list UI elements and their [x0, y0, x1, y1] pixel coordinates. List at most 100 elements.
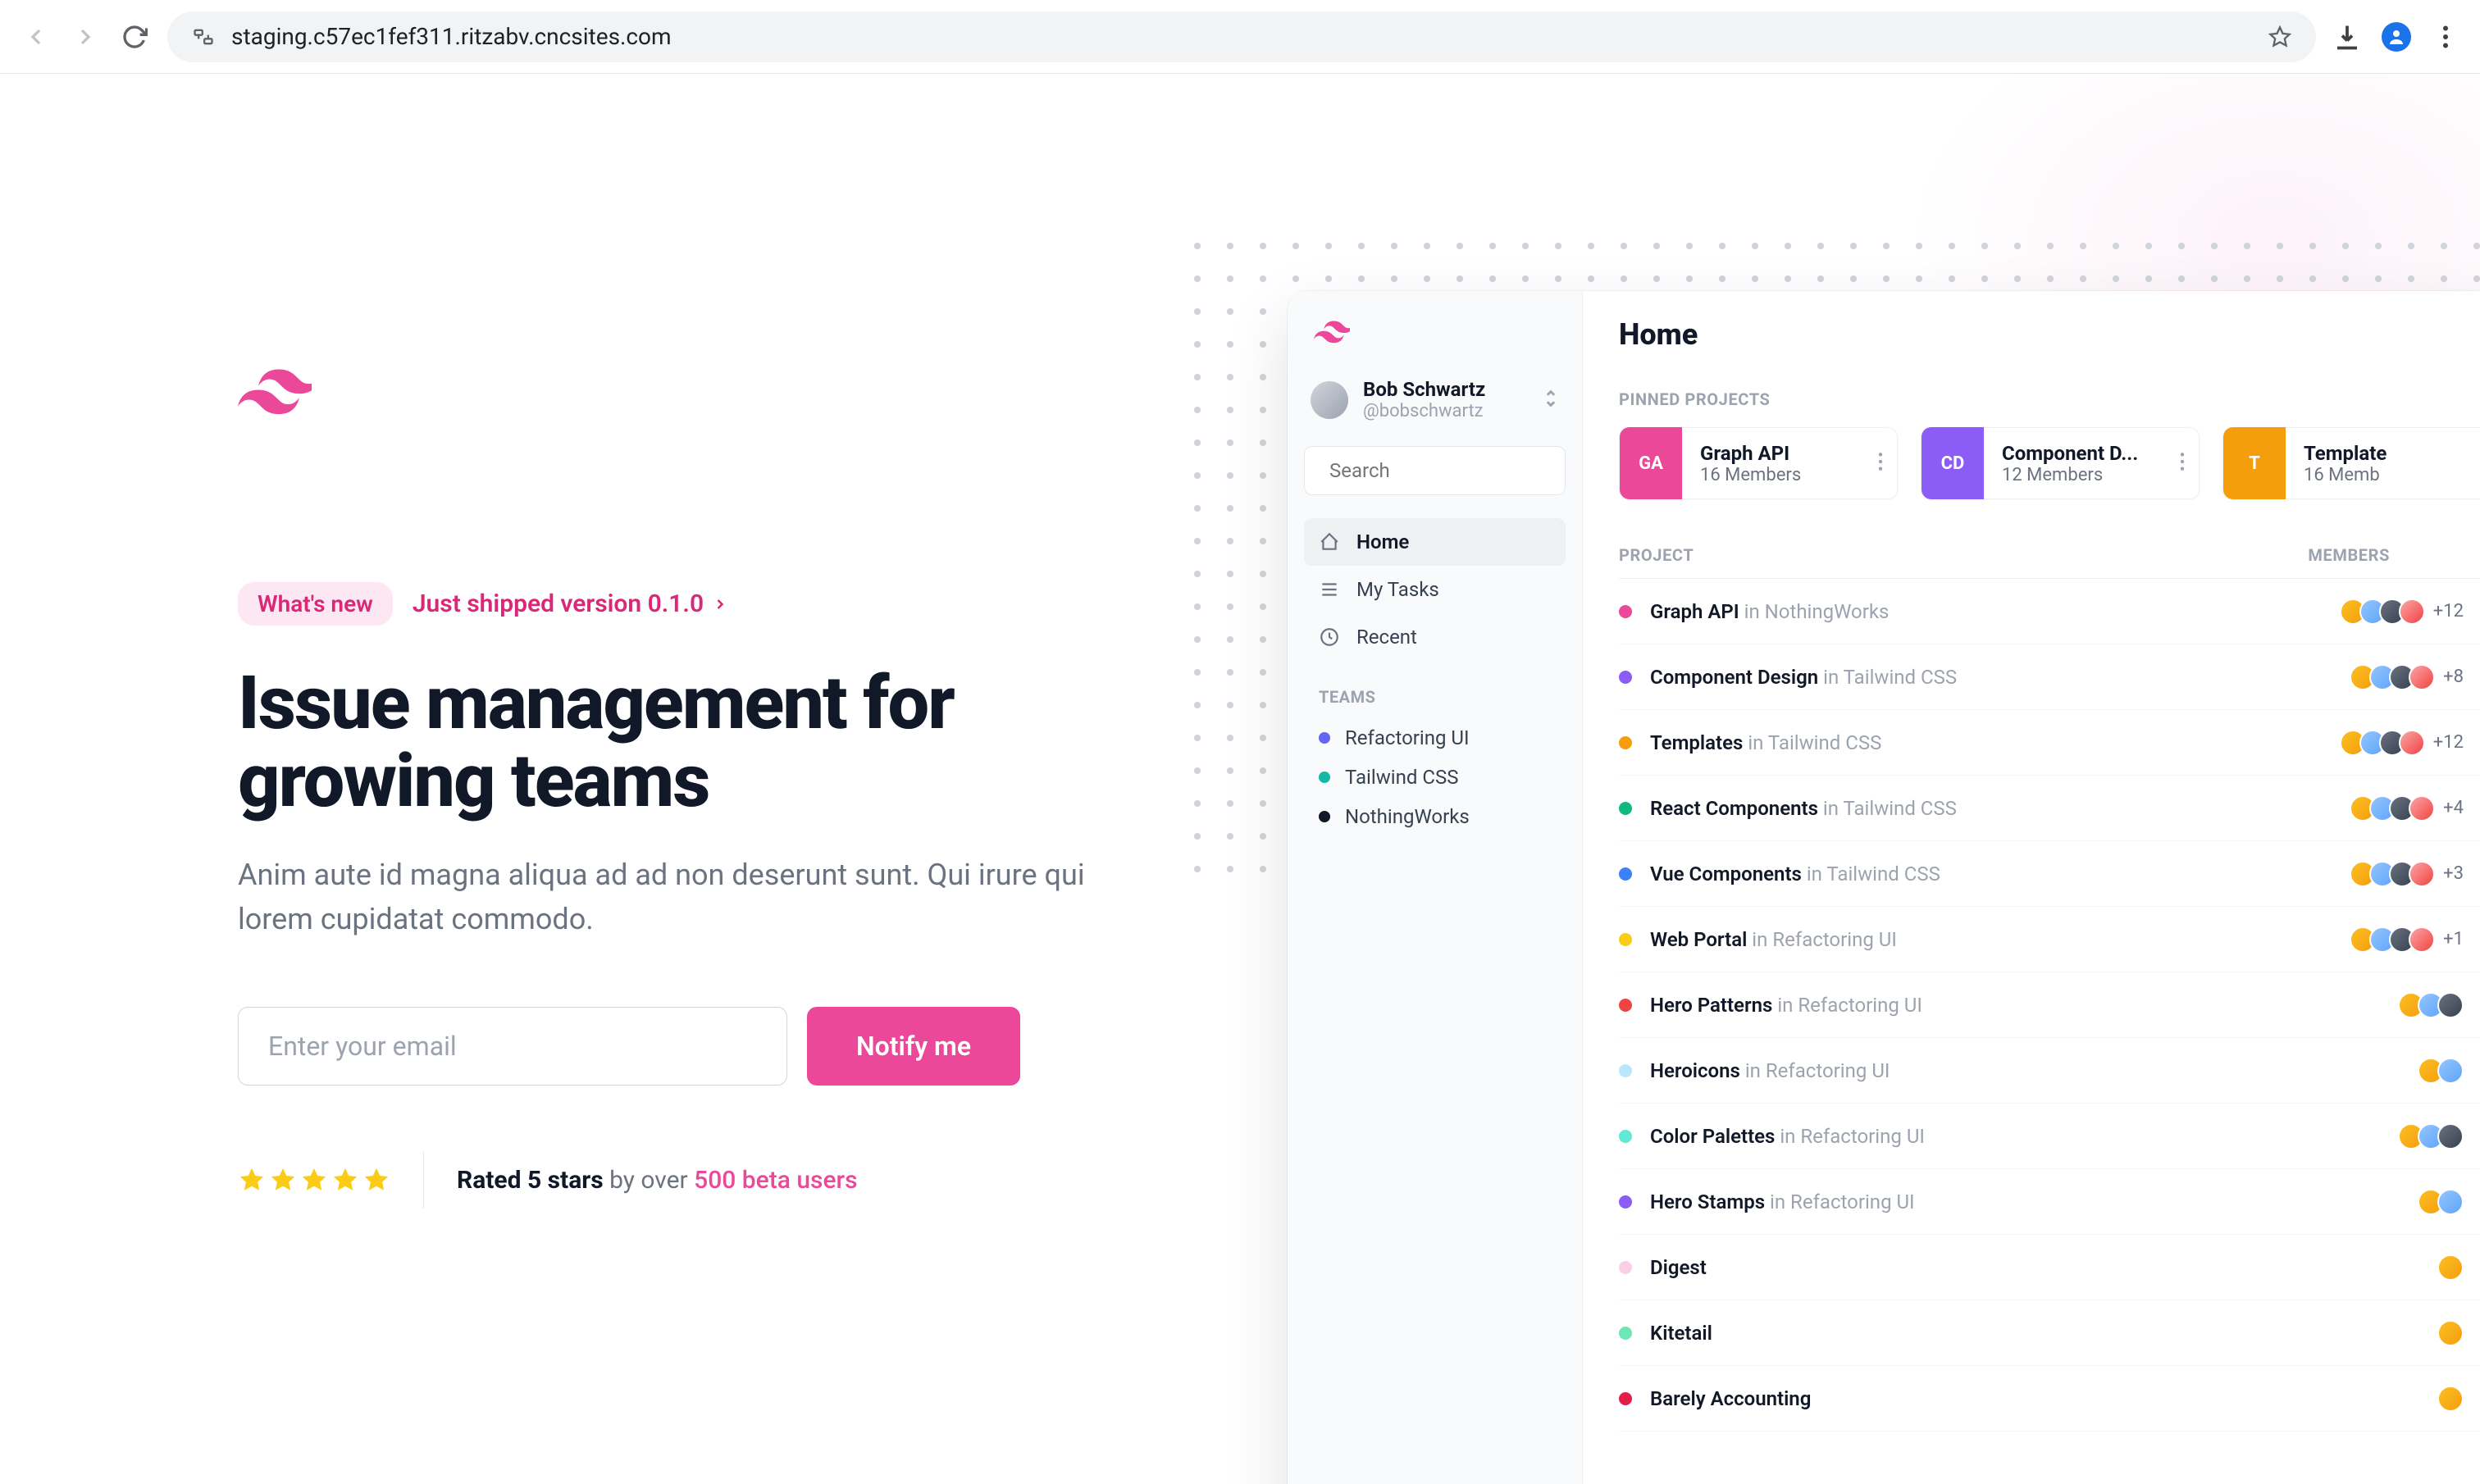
version-link-text: Just shipped version 0.1.0: [413, 590, 704, 618]
updown-icon: [1543, 387, 1559, 413]
project-row[interactable]: Graph API in NothingWorks +12: [1619, 579, 2480, 644]
notify-button[interactable]: Notify me: [807, 1007, 1020, 1086]
extra-count: +8: [2443, 667, 2464, 687]
row-dot: [1619, 1130, 1632, 1143]
avatar-stack: [2437, 1386, 2464, 1412]
divider: [423, 1151, 424, 1209]
row-title: Vue Components in Tailwind CSS: [1650, 863, 1940, 885]
project-name: Component D...: [2002, 442, 2148, 465]
download-icon[interactable]: [2332, 22, 2362, 52]
nav-label: Recent: [1356, 626, 1417, 649]
card-menu[interactable]: [2166, 451, 2199, 476]
project-badge: CD: [1922, 427, 1984, 499]
project-row[interactable]: Component Design in Tailwind CSS +8: [1619, 644, 2480, 710]
row-dot: [1619, 736, 1632, 749]
nav-label: Home: [1356, 530, 1409, 553]
row-title: Web Portal in Refactoring UI: [1650, 928, 1897, 951]
profile-button[interactable]: [2382, 22, 2411, 52]
team-item[interactable]: NothingWorks: [1304, 797, 1566, 836]
nav-label: My Tasks: [1356, 578, 1439, 601]
back-button[interactable]: [20, 20, 52, 53]
card-menu[interactable]: [1864, 451, 1897, 476]
project-row[interactable]: Color Palettes in Refactoring UI: [1619, 1104, 2480, 1169]
project-members: 16 Memb: [2304, 465, 2450, 485]
team-dot: [1319, 732, 1330, 744]
avatar-stack: [2350, 795, 2435, 822]
pinned-card[interactable]: CD Component D...12 Members: [1921, 427, 2200, 499]
version-link[interactable]: Just shipped version 0.1.0: [413, 590, 728, 618]
col-members: Members: [2308, 545, 2480, 565]
team-item[interactable]: Refactoring UI: [1304, 718, 1566, 758]
member-avatar: [2409, 664, 2435, 690]
row-dot: [1619, 671, 1632, 684]
search-input[interactable]: [1304, 446, 1566, 495]
nav-my-tasks[interactable]: My Tasks: [1304, 566, 1566, 613]
member-avatar: [2409, 795, 2435, 822]
project-badge: GA: [1620, 427, 1682, 499]
row-title: Barely Accounting: [1650, 1387, 1811, 1410]
avatar-stack: [2350, 861, 2435, 887]
kebab-menu-icon[interactable]: [2431, 22, 2460, 52]
row-dot: [1619, 1261, 1632, 1274]
member-avatar: [2399, 599, 2425, 625]
row-title: Heroicons in Refactoring UI: [1650, 1059, 1890, 1082]
project-row[interactable]: Heroicons in Refactoring UI: [1619, 1038, 2480, 1104]
pinned-card[interactable]: GA Graph API16 Members: [1619, 427, 1898, 499]
row-title: Graph API in NothingWorks: [1650, 600, 1889, 623]
card-menu[interactable]: [2468, 451, 2480, 476]
project-members: 16 Members: [1700, 465, 1846, 485]
extra-count: +12: [2433, 732, 2464, 753]
project-row[interactable]: Hero Stamps in Refactoring UI: [1619, 1169, 2480, 1235]
pinned-card[interactable]: T Template16 Memb: [2222, 427, 2480, 499]
user-handle: @bobschwartz: [1363, 401, 1528, 421]
row-dot: [1619, 999, 1632, 1012]
project-row[interactable]: Hero Patterns in Refactoring UI: [1619, 972, 2480, 1038]
search-field[interactable]: [1329, 459, 1584, 482]
browser-toolbar: staging.c57ec1fef311.ritzabv.cncsites.co…: [0, 0, 2480, 74]
home-icon: [1319, 531, 1340, 553]
star-icon[interactable]: [2268, 25, 2291, 48]
team-dot: [1319, 811, 1330, 822]
extra-count: +12: [2433, 601, 2464, 621]
project-row[interactable]: React Components in Tailwind CSS +4: [1619, 776, 2480, 841]
extra-count: +1: [2443, 929, 2464, 949]
member-avatar: [2399, 730, 2425, 756]
row-title: React Components in Tailwind CSS: [1650, 797, 1957, 820]
row-title: Hero Stamps in Refactoring UI: [1650, 1190, 1915, 1213]
site-settings-icon: [192, 25, 215, 48]
user-name: Bob Schwartz: [1363, 378, 1528, 401]
member-avatar: [2437, 1123, 2464, 1149]
extra-count: +4: [2443, 798, 2464, 818]
row-title: Component Design in Tailwind CSS: [1650, 666, 1957, 689]
reload-button[interactable]: [118, 20, 151, 53]
nav-recent[interactable]: Recent: [1304, 613, 1566, 661]
row-title: Digest: [1650, 1256, 1707, 1279]
nav-home[interactable]: Home: [1304, 518, 1566, 566]
user-switcher[interactable]: Bob Schwartz @bobschwartz: [1304, 378, 1566, 421]
member-avatar: [2437, 1254, 2464, 1281]
project-row[interactable]: Barely Accounting: [1619, 1366, 2480, 1432]
team-label: Tailwind CSS: [1345, 766, 1458, 789]
email-input[interactable]: [238, 1007, 787, 1086]
url-text: staging.c57ec1fef311.ritzabv.cncsites.co…: [231, 23, 672, 50]
col-project: Project: [1619, 545, 1694, 565]
table-header: Project Members: [1619, 532, 2480, 579]
project-row[interactable]: Templates in Tailwind CSS +12: [1619, 710, 2480, 776]
project-row[interactable]: Vue Components in Tailwind CSS +3: [1619, 841, 2480, 907]
teams-heading: Teams: [1319, 687, 1566, 707]
row-title: Color Palettes in Refactoring UI: [1650, 1125, 1925, 1148]
member-avatar: [2437, 1189, 2464, 1215]
row-title: Hero Patterns in Refactoring UI: [1650, 994, 1922, 1017]
team-label: Refactoring UI: [1345, 726, 1470, 749]
member-avatar: [2437, 1320, 2464, 1346]
project-row[interactable]: Digest: [1619, 1235, 2480, 1300]
project-row[interactable]: Kitetail: [1619, 1300, 2480, 1366]
sidebar: Bob Schwartz @bobschwartz Home My Tasks …: [1288, 291, 1583, 1484]
member-avatar: [2409, 926, 2435, 953]
address-bar[interactable]: staging.c57ec1fef311.ritzabv.cncsites.co…: [167, 11, 2316, 62]
app-screenshot: Bob Schwartz @bobschwartz Home My Tasks …: [1288, 291, 2480, 1484]
forward-button[interactable]: [69, 20, 102, 53]
avatar-stack: [2418, 1058, 2464, 1084]
project-row[interactable]: Web Portal in Refactoring UI +1: [1619, 907, 2480, 972]
team-item[interactable]: Tailwind CSS: [1304, 758, 1566, 797]
